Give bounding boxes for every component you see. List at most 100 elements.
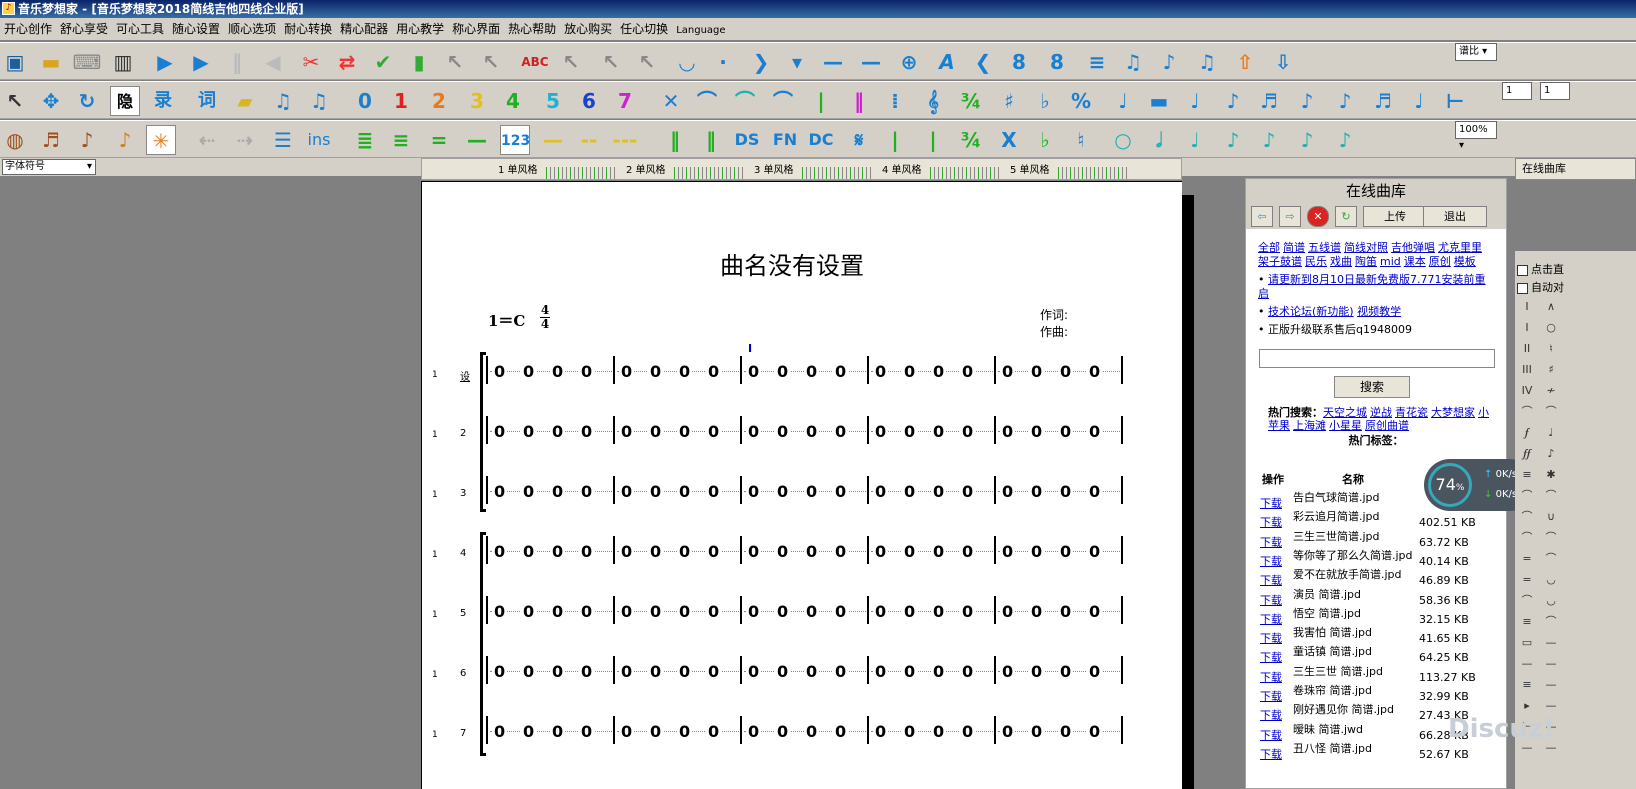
- arrow-left-icon[interactable]: ⇠: [192, 125, 222, 155]
- menu-item-4[interactable]: 顺心选项: [224, 18, 280, 40]
- swap-icon[interactable]: ⇄: [332, 47, 362, 77]
- lyrics-button[interactable]: 词: [192, 86, 222, 116]
- lines-2-icon[interactable]: =: [424, 125, 454, 155]
- cut-icon[interactable]: ✂: [296, 47, 326, 77]
- note-rest[interactable]: 0: [677, 542, 693, 561]
- note-rest[interactable]: 0: [746, 482, 762, 501]
- drum-icon[interactable]: ◍: [0, 125, 30, 155]
- note-rest[interactable]: 0: [550, 542, 566, 561]
- palette-symbol-icon[interactable]: ♯: [1541, 360, 1561, 380]
- ds-button[interactable]: DS: [732, 125, 762, 155]
- rest-bar-icon[interactable]: ▬: [1144, 86, 1174, 116]
- palette-symbol-icon[interactable]: ⌒: [1541, 402, 1561, 422]
- hot-search-link[interactable]: 原创曲谱: [1365, 419, 1409, 432]
- note-rest[interactable]: 0: [550, 722, 566, 741]
- note-rest[interactable]: 0: [521, 542, 537, 561]
- note-rest[interactable]: 0: [1000, 722, 1016, 741]
- ratio-select[interactable]: 谱比 ▾: [1455, 43, 1497, 61]
- treble-clef-icon[interactable]: 𝄞: [918, 86, 948, 116]
- dot-icon[interactable]: ·: [708, 47, 738, 77]
- note-rest[interactable]: 0: [579, 662, 595, 681]
- note-rest[interactable]: 0: [960, 722, 976, 741]
- hot-search-link[interactable]: 小星星: [1329, 419, 1362, 432]
- note-rest[interactable]: 0: [1087, 362, 1103, 381]
- stop-icon[interactable]: ◀: [258, 47, 288, 77]
- x-mark-icon[interactable]: X: [994, 125, 1024, 155]
- menu-item-2[interactable]: 可心工具: [112, 18, 168, 40]
- quarter-note-icon[interactable]: ♩: [1108, 86, 1138, 116]
- chevron-left-icon[interactable]: ❮: [968, 47, 998, 77]
- note-rest[interactable]: 0: [960, 482, 976, 501]
- note-rest[interactable]: 0: [1087, 662, 1103, 681]
- ruler-style-label[interactable]: 4 单风格: [882, 161, 922, 176]
- arrow-right-icon[interactable]: ⇢: [230, 125, 260, 155]
- notes-b-icon[interactable]: ♫: [304, 86, 334, 116]
- note-rest[interactable]: 0: [648, 662, 664, 681]
- note-rest[interactable]: 0: [746, 662, 762, 681]
- palette-symbol-icon[interactable]: ♮: [1541, 339, 1561, 359]
- ruler-style-label[interactable]: 5 单风格: [1010, 161, 1050, 176]
- digit-1-button[interactable]: 1: [386, 86, 416, 116]
- note-rest[interactable]: 0: [960, 362, 976, 381]
- note-rest[interactable]: 0: [619, 722, 635, 741]
- palette-symbol-icon[interactable]: ⌒: [1517, 486, 1537, 506]
- beamed-notes-icon[interactable]: ♫: [1118, 47, 1148, 77]
- time-sig-2-icon[interactable]: ¾: [956, 125, 986, 155]
- record-button[interactable]: 录: [148, 86, 178, 116]
- palette-symbol-icon[interactable]: ◡: [1541, 591, 1561, 611]
- cursor-flag3-icon[interactable]: ↖: [556, 47, 586, 77]
- note-rest[interactable]: 0: [1000, 662, 1016, 681]
- slur-icon[interactable]: ⌒: [692, 86, 722, 116]
- row-label[interactable]: 7: [460, 728, 466, 739]
- note-rest[interactable]: 0: [833, 662, 849, 681]
- note-rest[interactable]: 0: [931, 422, 947, 441]
- category-link[interactable]: 尤克里里: [1438, 241, 1482, 254]
- 64th-note-icon[interactable]: ♪: [1330, 125, 1360, 155]
- note-rest[interactable]: 0: [521, 662, 537, 681]
- note-rest[interactable]: 0: [677, 602, 693, 621]
- lines-3-icon[interactable]: ≡: [386, 125, 416, 155]
- time-sig-icon[interactable]: ¾: [956, 86, 986, 116]
- note-rest[interactable]: 0: [1000, 602, 1016, 621]
- note-rest[interactable]: 0: [1058, 482, 1074, 501]
- note-rest[interactable]: 0: [775, 482, 791, 501]
- note-rest[interactable]: 0: [746, 602, 762, 621]
- note-rest[interactable]: 0: [492, 422, 508, 441]
- palette-symbol-icon[interactable]: ≡: [1517, 675, 1537, 695]
- spin-input-1[interactable]: 1: [1502, 82, 1532, 100]
- x-note-icon[interactable]: ♪: [1292, 86, 1322, 116]
- digit-2-button[interactable]: 2: [424, 86, 454, 116]
- note-rest[interactable]: 0: [677, 362, 693, 381]
- dash-icon[interactable]: —: [818, 47, 848, 77]
- digit-6-button[interactable]: 6: [574, 86, 604, 116]
- check-icon[interactable]: ✔: [368, 47, 398, 77]
- note-rest[interactable]: 0: [1058, 602, 1074, 621]
- note-rest[interactable]: 0: [804, 482, 820, 501]
- note-rest[interactable]: 0: [775, 422, 791, 441]
- digit-7-button[interactable]: 7: [610, 86, 640, 116]
- category-link[interactable]: mid: [1380, 255, 1401, 268]
- category-link[interactable]: 模板: [1454, 255, 1476, 268]
- note-rest[interactable]: 0: [804, 362, 820, 381]
- note-rest[interactable]: 0: [775, 362, 791, 381]
- upload-button[interactable]: 上传: [1363, 206, 1427, 227]
- note-rest[interactable]: 0: [521, 602, 537, 621]
- note-rest[interactable]: 0: [931, 482, 947, 501]
- palette-symbol-icon[interactable]: ▭: [1517, 633, 1537, 653]
- cursor-flag5-icon[interactable]: ↖: [632, 47, 662, 77]
- category-link[interactable]: 陶笛: [1355, 255, 1377, 268]
- font-symbol-select[interactable]: 字体符号 ▾: [2, 159, 96, 175]
- row-label[interactable]: 3: [460, 488, 466, 499]
- note-rest[interactable]: 0: [804, 542, 820, 561]
- note-rest[interactable]: 0: [902, 362, 918, 381]
- category-link[interactable]: 架子鼓谱: [1258, 255, 1302, 268]
- palette-symbol-icon[interactable]: ⌒: [1517, 402, 1537, 422]
- note-rest[interactable]: 0: [1000, 422, 1016, 441]
- note-rest[interactable]: 0: [960, 542, 976, 561]
- palette-symbol-icon[interactable]: —: [1541, 696, 1561, 716]
- move-icon[interactable]: ✥: [36, 86, 66, 116]
- note-rest[interactable]: 0: [931, 662, 947, 681]
- note-rest[interactable]: 0: [579, 362, 595, 381]
- note-rest[interactable]: 0: [492, 542, 508, 561]
- palette-symbol-icon[interactable]: ≁: [1541, 381, 1561, 401]
